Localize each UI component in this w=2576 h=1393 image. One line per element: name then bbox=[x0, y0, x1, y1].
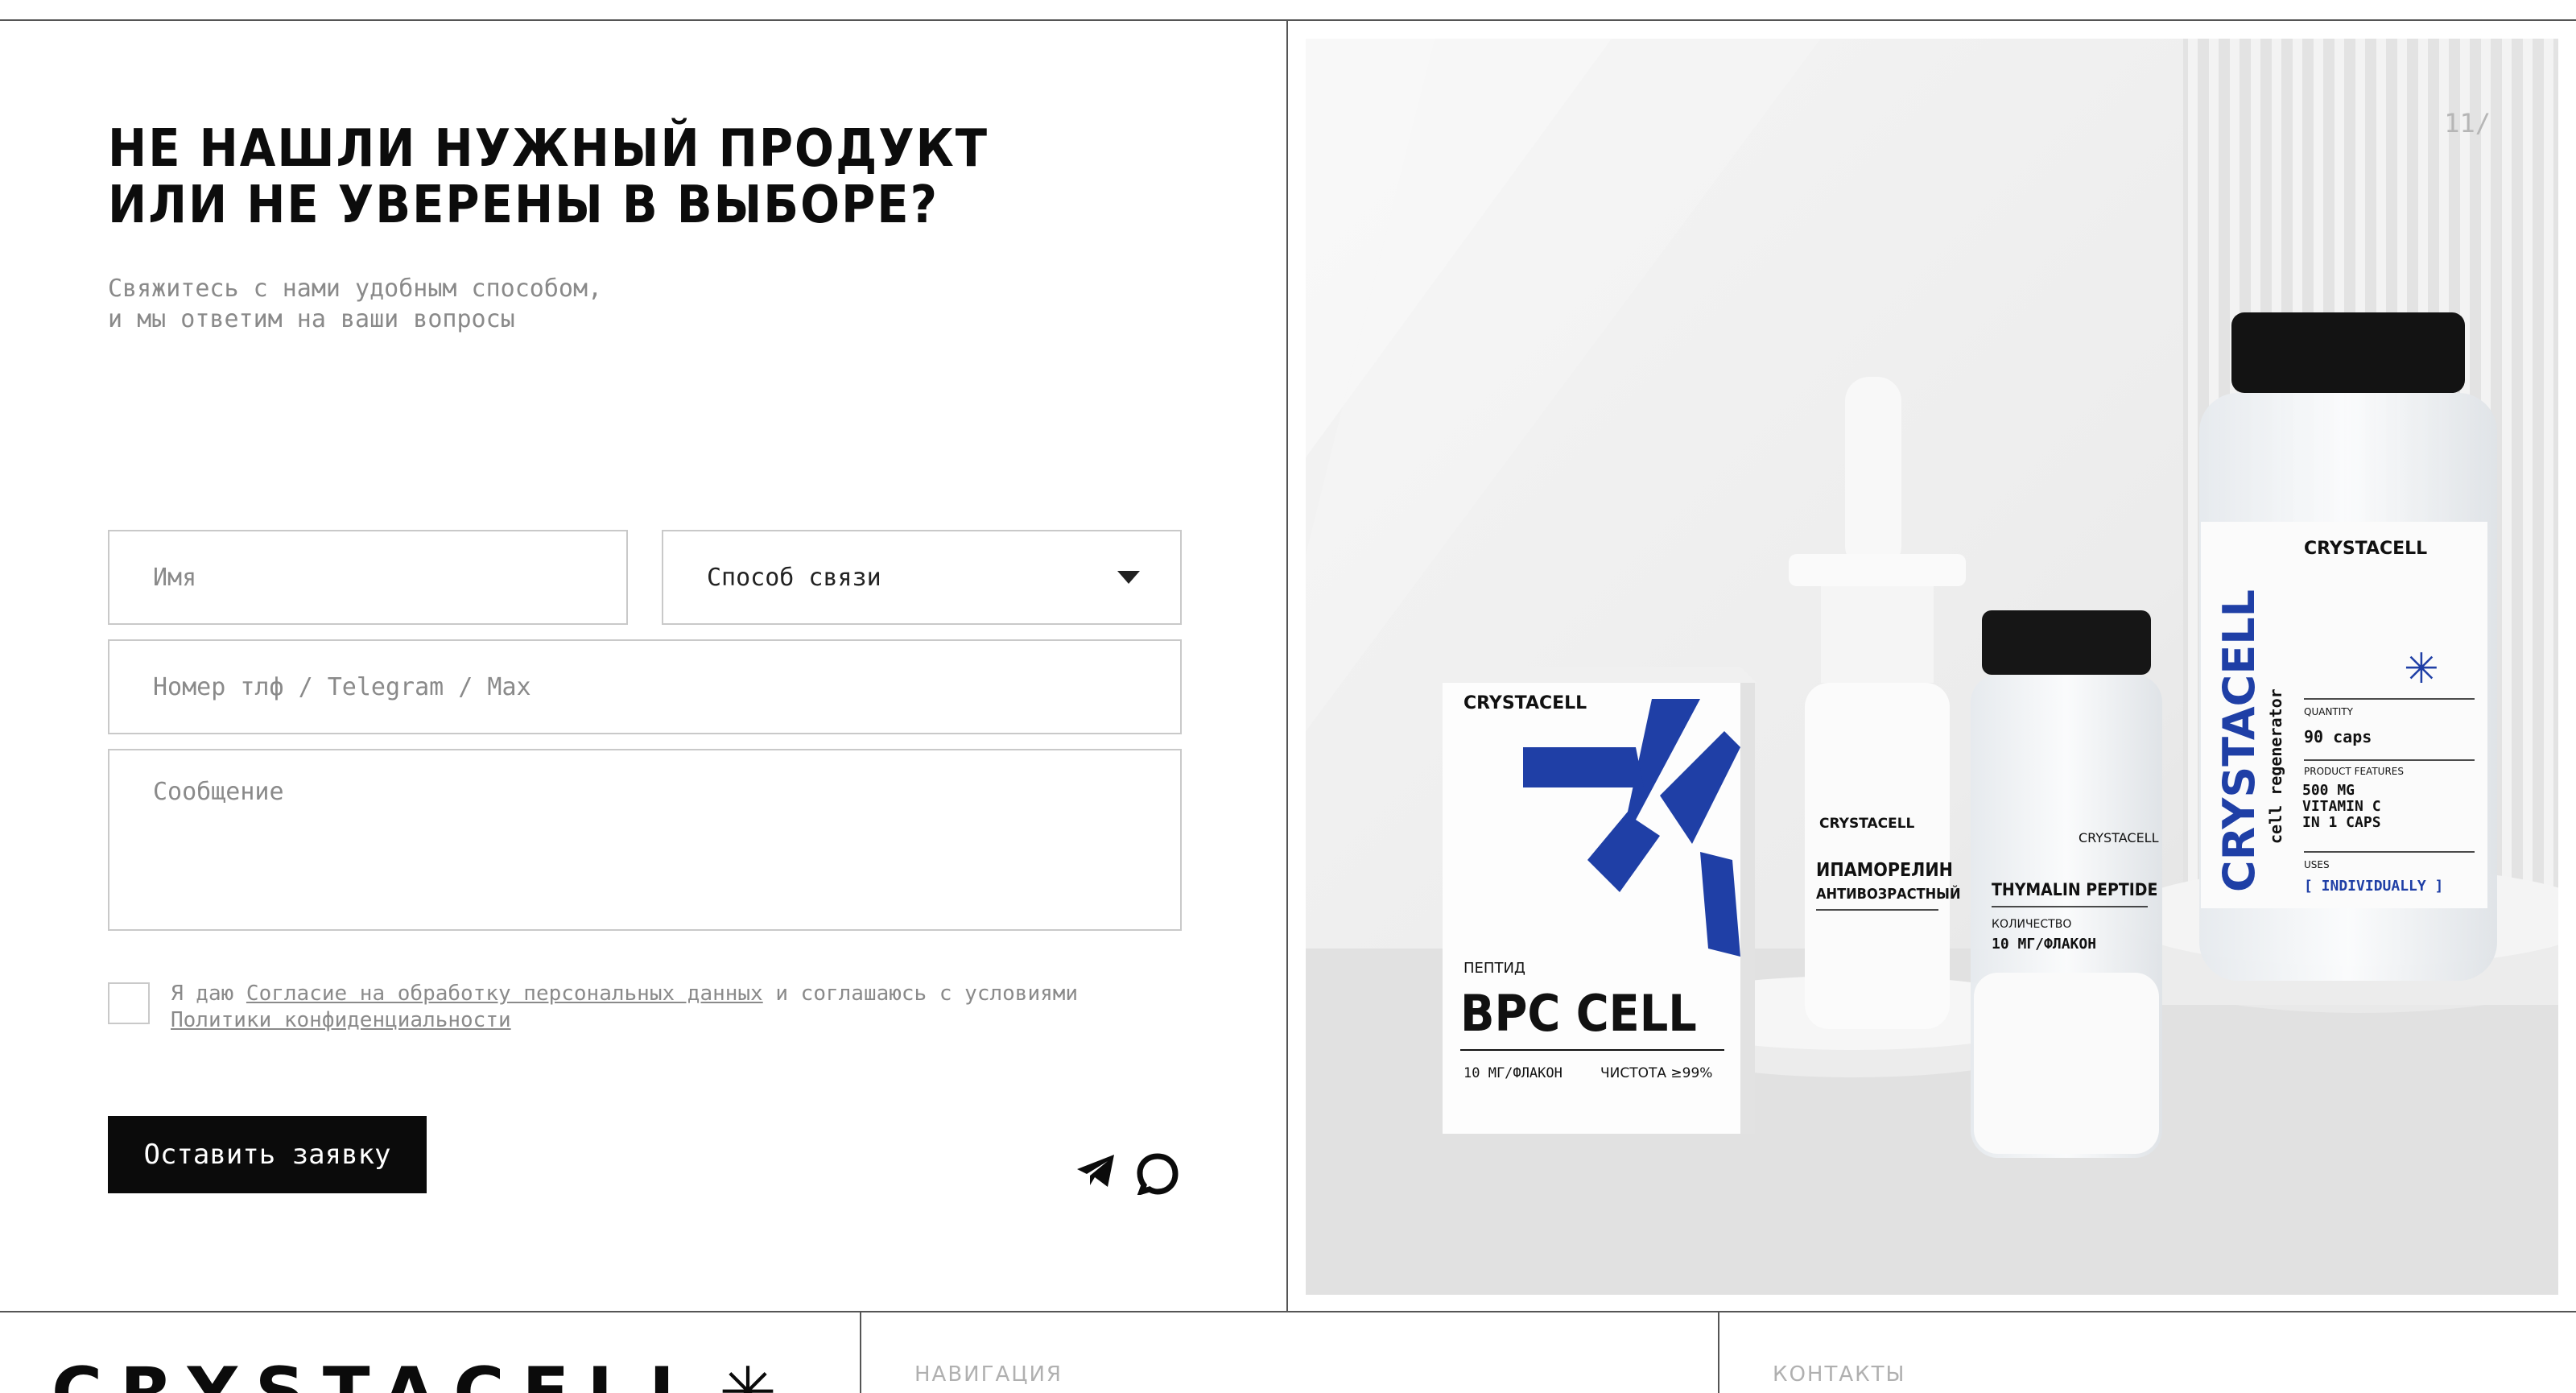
jar-uses: [ INDIVIDUALLY ] bbox=[2304, 878, 2443, 895]
page-number: 11/ bbox=[2444, 108, 2491, 138]
jar-brand: CRYSTACELL bbox=[2304, 539, 2427, 559]
chevron-down-icon bbox=[1117, 571, 1140, 584]
spray-name-2: АНТИВОЗРАСТНЫЙ bbox=[1816, 885, 1961, 903]
consent-checkbox[interactable] bbox=[108, 982, 150, 1024]
vial-brand: CRYSTACELL bbox=[2079, 830, 2159, 845]
personal-data-consent-link[interactable]: Согласие на обработку персональных данны… bbox=[246, 982, 763, 1006]
vial-qty-label: КОЛИЧЕСТВО bbox=[1992, 918, 2071, 931]
star-icon: ✳ bbox=[2404, 645, 2439, 693]
box-dose: 10 МГ/ФЛАКОН bbox=[1463, 1065, 1563, 1081]
name-input[interactable]: Имя bbox=[108, 530, 628, 625]
top-divider bbox=[0, 19, 2576, 21]
submit-button[interactable]: Оставить заявку bbox=[108, 1116, 427, 1193]
spray-name-1: ИПАМОРЕЛИН bbox=[1816, 860, 1953, 881]
footer-contacts-heading: КОНТАКТЫ bbox=[1773, 1362, 1906, 1387]
jar-features: 500 MG VITAMIN C IN 1 CAPS bbox=[2302, 783, 2381, 831]
jar-uses-label: USES bbox=[2304, 859, 2330, 870]
column-flute bbox=[2544, 39, 2553, 989]
star-icon: ✳ bbox=[718, 1353, 795, 1393]
vial-qty: 10 МГ/ФЛАКОН bbox=[1992, 936, 2096, 953]
column-flute bbox=[2523, 39, 2533, 989]
column-flute bbox=[2502, 39, 2512, 989]
contact-method-value: Способ связи bbox=[707, 563, 881, 592]
footer-logo[interactable]: CRYSTACELL ✳ bbox=[52, 1353, 795, 1393]
form-title-line-2: ИЛИ НЕ УВЕРЕНЫ В ВЫБОРЕ? bbox=[108, 176, 939, 235]
column-flute bbox=[2188, 39, 2198, 989]
form-subtitle-line-1: Свяжитесь с нами удобным способом, bbox=[108, 275, 603, 303]
product-image: CRYSTACELL ПЕПТИД BPC CELL 10 МГ/ФЛАКОН … bbox=[1306, 39, 2558, 1295]
box-type: ПЕПТИД bbox=[1463, 960, 1525, 977]
thymalin-vial: CRYSTACELL THYMALIN PEPTIDE КОЛИЧЕСТВО 1… bbox=[1971, 610, 2162, 1158]
box-purity: ЧИСТОТА ≥99% bbox=[1600, 1065, 1712, 1081]
name-input-placeholder: Имя bbox=[153, 563, 197, 592]
max-messenger-icon[interactable] bbox=[1137, 1153, 1179, 1195]
form-subtitle: Свяжитесь с нами удобным способом, и мы … bbox=[108, 274, 602, 335]
consent-text: Я даю Согласие на обработку персональных… bbox=[171, 981, 1185, 1034]
jar-qty-label: QUANTITY bbox=[2304, 706, 2354, 717]
form-title: НЕ НАШЛИ НУЖНЫЙ ПРОДУКТ ИЛИ НЕ УВЕРЕНЫ В… bbox=[108, 121, 989, 234]
spray-brand: CRYSTACELL bbox=[1819, 816, 1915, 832]
contact-method-select[interactable]: Способ связи bbox=[662, 530, 1182, 625]
footer-logo-text: CRYSTACELL bbox=[52, 1353, 711, 1393]
capsule-jar: CRYSTACELL CRYSTACELL cell regenerator ✳… bbox=[2199, 312, 2497, 981]
message-textarea-placeholder: Сообщение bbox=[153, 778, 284, 806]
consent-prefix: Я даю bbox=[171, 982, 246, 1006]
jar-vertical-brand: CRYSTACELL bbox=[2214, 589, 2264, 892]
phone-input[interactable]: Номер тлф / Telegram / Max bbox=[108, 639, 1182, 734]
jar-features-wrap: 500 MG VITAMIN C IN 1 CAPS bbox=[2302, 783, 2381, 831]
form-subtitle-line-2: и мы ответим на ваши вопросы bbox=[108, 305, 515, 333]
vial-name: THYMALIN PEPTIDE bbox=[1992, 880, 2157, 899]
telegram-icon[interactable] bbox=[1075, 1153, 1117, 1188]
phone-input-placeholder: Номер тлф / Telegram / Max bbox=[153, 672, 531, 701]
consent-middle: и соглашаюсь с условиями bbox=[762, 982, 1079, 1006]
box-name: BPC CELL bbox=[1460, 984, 1697, 1043]
bpc-cell-box: CRYSTACELL ПЕПТИД BPC CELL 10 МГ/ФЛАКОН … bbox=[1443, 667, 1757, 1134]
jar-qty: 90 caps bbox=[2304, 727, 2372, 746]
form-title-line-1: НЕ НАШЛИ НУЖНЫЙ ПРОДУКТ bbox=[108, 119, 989, 179]
footer-divider-1 bbox=[860, 1312, 861, 1393]
message-textarea[interactable]: Сообщение bbox=[108, 749, 1182, 931]
jar-features-label: PRODUCT FEATURES bbox=[2304, 766, 2404, 777]
footer-divider bbox=[0, 1311, 2576, 1312]
footer-divider-2 bbox=[1718, 1312, 1719, 1393]
vertical-divider bbox=[1286, 19, 1288, 1311]
footer-nav-heading: НАВИГАЦИЯ bbox=[914, 1362, 1063, 1387]
jar-subtitle: cell regenerator bbox=[2266, 688, 2285, 844]
box-brand: CRYSTACELL bbox=[1463, 693, 1587, 713]
product-photo-illustration: CRYSTACELL ПЕПТИД BPC CELL 10 МГ/ФЛАКОН … bbox=[1306, 39, 2558, 1295]
privacy-policy-link[interactable]: Политики конфиденциальности bbox=[171, 1008, 511, 1032]
